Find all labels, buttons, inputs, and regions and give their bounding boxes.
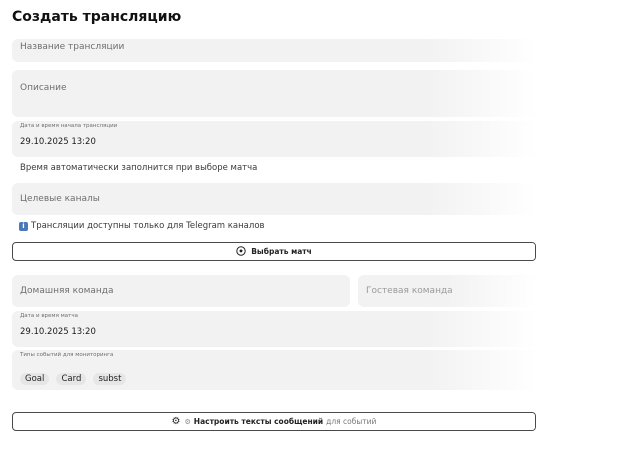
description-input[interactable]: Описание	[12, 70, 536, 117]
broadcast-name-placeholder: Название трансляции	[20, 42, 125, 52]
match-datetime-label: Дата и время матча	[20, 313, 78, 319]
button-fade	[455, 243, 535, 260]
event-types-select[interactable]: Типы событий для мониторинга Goal Card s…	[12, 350, 536, 390]
configure-messages-button[interactable]: ⚙ ⚙ Настроить тексты сообщений для событ…	[12, 412, 536, 431]
telegram-hint-text: Трансляции доступны только для Telegram …	[31, 221, 265, 231]
button-fade	[455, 413, 535, 430]
soccer-ball-icon	[236, 245, 246, 258]
away-team-placeholder: Гостевая команда	[366, 286, 453, 296]
start-datetime-value: 29.10.2025 13:20	[20, 137, 96, 147]
configure-messages-label-muted: для событий	[326, 417, 377, 426]
away-team-input[interactable]: Гостевая команда	[358, 275, 536, 307]
select-match-button[interactable]: Выбрать матч	[12, 242, 536, 261]
broadcast-name-input[interactable]: Название трансляции	[12, 39, 536, 62]
match-datetime-input[interactable]: Дата и время матча 29.10.2025 13:20	[12, 311, 536, 347]
target-channels-placeholder: Целевые каналы	[20, 194, 100, 204]
match-datetime-value: 29.10.2025 13:20	[20, 327, 96, 337]
telegram-hint: i Трансляции доступны только для Telegram…	[19, 221, 265, 231]
field-fade	[426, 121, 536, 157]
description-placeholder: Описание	[20, 83, 67, 93]
event-type-chips: Goal Card subst	[20, 366, 128, 385]
event-type-chip-goal[interactable]: Goal	[20, 373, 50, 385]
field-fade	[426, 70, 536, 117]
start-datetime-label: Дата и время начала трансляции	[20, 123, 118, 129]
field-fade	[426, 183, 536, 215]
field-fade	[426, 39, 536, 62]
configure-messages-label: Настроить тексты сообщений	[193, 417, 324, 426]
start-datetime-input[interactable]: Дата и время начала трансляции 29.10.202…	[12, 121, 536, 157]
event-types-label: Типы событий для мониторинга	[20, 352, 114, 358]
info-icon: i	[19, 222, 28, 231]
field-fade	[426, 350, 536, 390]
small-gear-icon: ⚙	[184, 417, 191, 426]
auto-time-hint: Время автоматически заполнится при выбор…	[20, 163, 258, 173]
home-team-placeholder: Домашняя команда	[20, 286, 114, 296]
field-fade	[446, 275, 536, 307]
field-fade	[426, 311, 536, 347]
select-match-label: Выбрать матч	[251, 247, 312, 256]
target-channels-select[interactable]: Целевые каналы	[12, 183, 536, 215]
event-type-chip-subst[interactable]: subst	[93, 373, 127, 385]
event-type-chip-card[interactable]: Card	[56, 373, 87, 385]
page-title: Создать трансляцию	[12, 9, 182, 25]
gear-icon: ⚙	[171, 416, 181, 427]
home-team-input[interactable]: Домашняя команда	[12, 275, 350, 307]
